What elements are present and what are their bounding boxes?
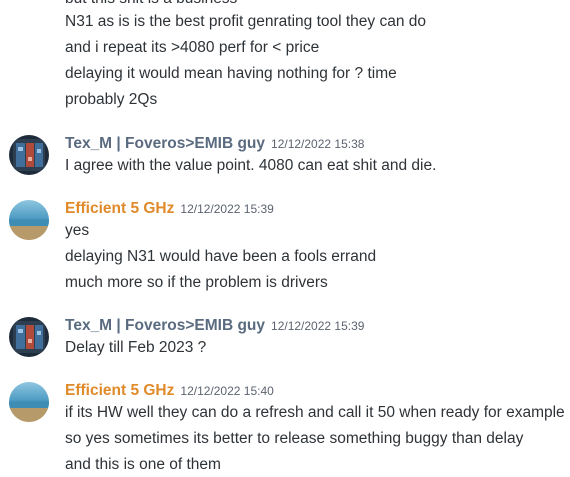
message-line: delaying N31 would have been a fools err… (65, 248, 377, 265)
message-line: so yes sometimes its better to release s… (65, 430, 524, 447)
beach-avatar-icon[interactable] (9, 200, 49, 240)
author-name[interactable]: Tex_M | Foveros>EMIB guy (65, 317, 265, 334)
message-line: and this is one of them (65, 456, 221, 473)
beach-avatar-icon[interactable] (9, 382, 49, 422)
author-name[interactable]: Tex_M | Foveros>EMIB guy (65, 135, 265, 152)
message-line: probably 2Qs (65, 91, 158, 108)
timestamp[interactable]: 12/12/2022 15:39 (180, 202, 273, 216)
timestamp[interactable]: 12/12/2022 15:38 (271, 137, 364, 151)
message-line: Delay till Feb 2023 ? (65, 339, 207, 356)
message-line: much more so if the problem is drivers (65, 274, 328, 291)
message-header: Tex_M | Foveros>EMIB guy 12/12/2022 15:39 (65, 316, 364, 336)
message-line: but this shit is a business (65, 0, 237, 9)
timestamp[interactable]: 12/12/2022 15:40 (180, 384, 273, 398)
chip-avatar-icon[interactable] (9, 317, 49, 357)
author-name[interactable]: Efficient 5 GHz (65, 200, 174, 217)
message-line: yes (65, 222, 90, 239)
message-header: Efficient 5 GHz 12/12/2022 15:40 (65, 381, 274, 401)
message-header: Tex_M | Foveros>EMIB guy 12/12/2022 15:38 (65, 134, 364, 154)
message-header: Efficient 5 GHz 12/12/2022 15:39 (65, 199, 274, 219)
chat-message-list: but this shit is a business N31 as is is… (0, 0, 570, 477)
message-line: delaying it would mean having nothing fo… (65, 65, 397, 82)
message-line: if its HW well they can do a refresh and… (65, 404, 565, 421)
message-line: and i repeat its >4080 perf for < price (65, 39, 320, 56)
message-line: I agree with the value point. 4080 can e… (65, 157, 437, 174)
timestamp[interactable]: 12/12/2022 15:39 (271, 319, 364, 333)
author-name[interactable]: Efficient 5 GHz (65, 382, 174, 399)
chip-avatar-icon[interactable] (9, 135, 49, 175)
message-line: N31 as is is the best profit genrating t… (65, 13, 427, 30)
